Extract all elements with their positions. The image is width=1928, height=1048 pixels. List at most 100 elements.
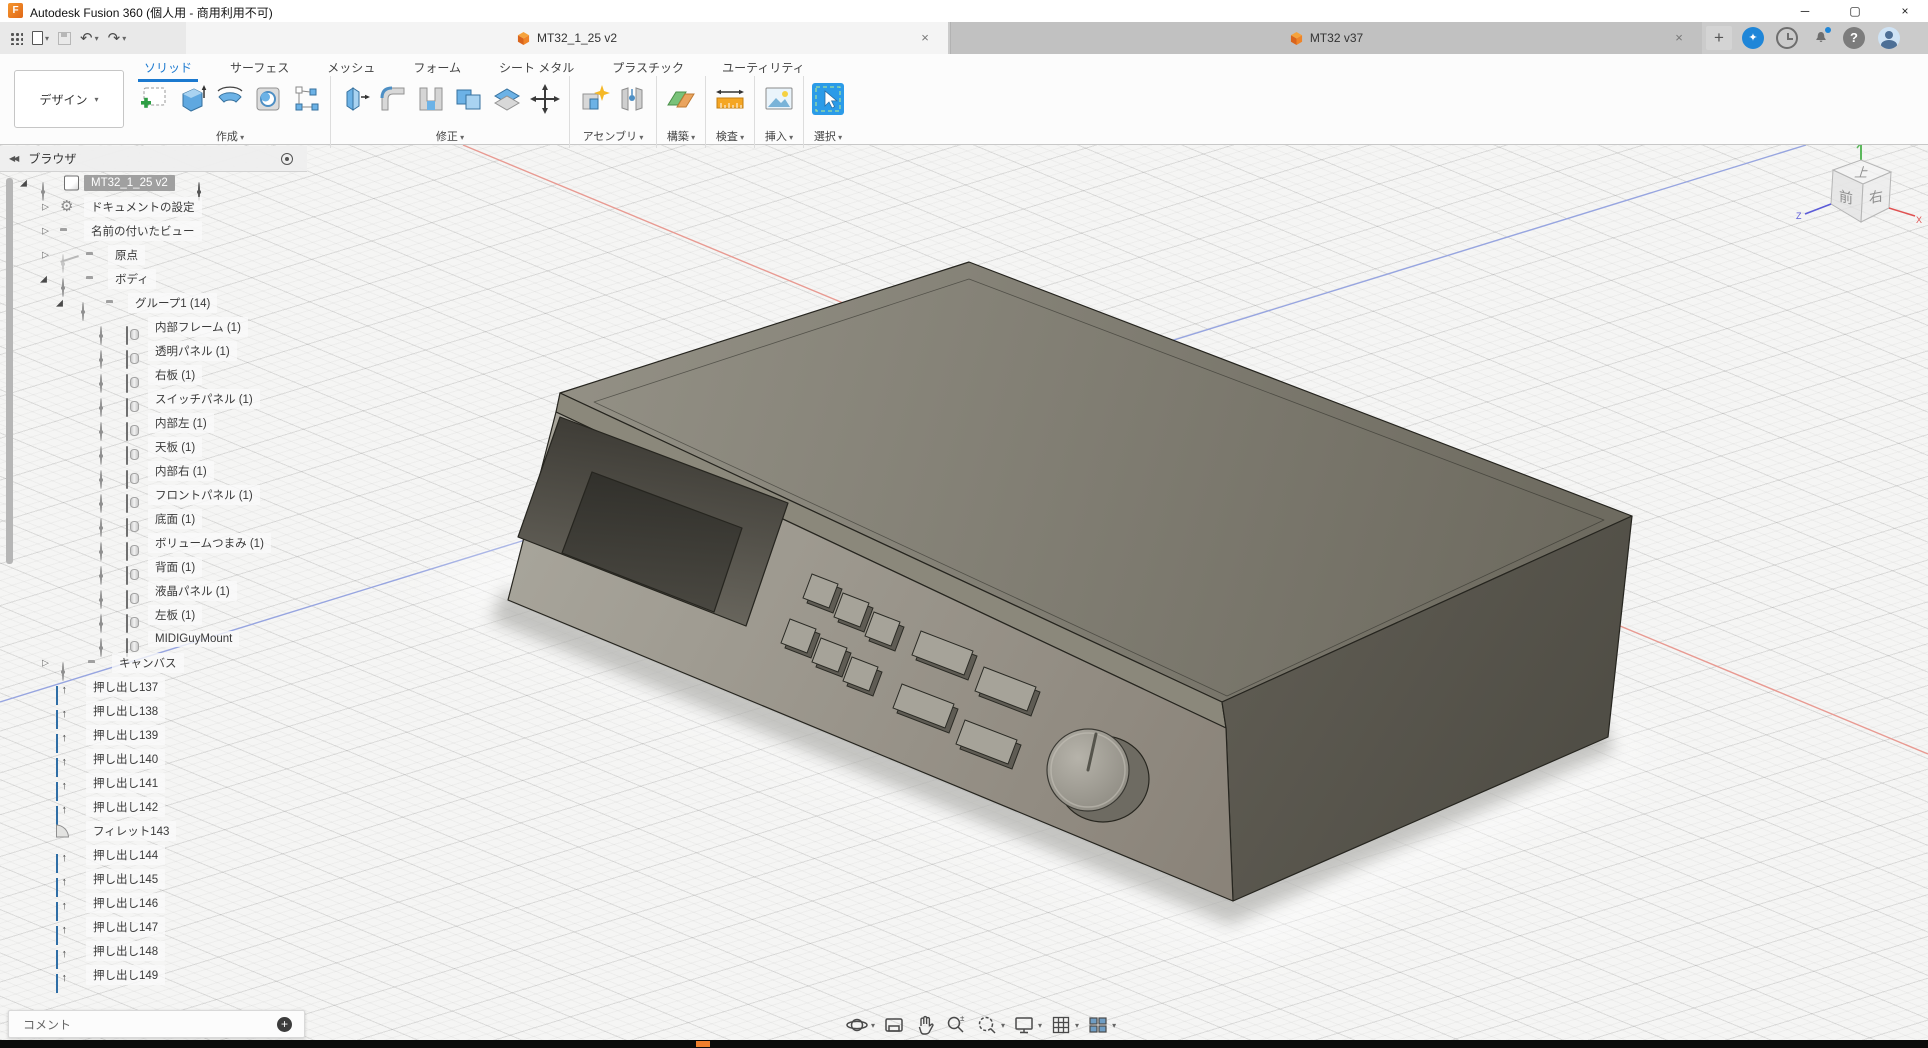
tree-row[interactable]: 名前の付いたビュー — [0, 219, 307, 243]
notifications-icon[interactable] — [1810, 27, 1832, 49]
sketch-dimension-icon[interactable] — [290, 83, 322, 115]
tree-row[interactable]: 天板 (1) — [0, 435, 307, 459]
tree-row[interactable]: 右板 (1) — [0, 363, 307, 387]
tree-row[interactable]: グループ1 (14) — [0, 291, 307, 315]
tree-item-label[interactable]: 右板 (1) — [148, 365, 202, 385]
tree-item-label[interactable]: 名前の付いたビュー — [84, 221, 202, 241]
group-select-label[interactable]: 選択 — [814, 128, 842, 144]
fillet-icon[interactable] — [56, 825, 69, 838]
collapse-panel-icon[interactable]: ◀◀ — [9, 154, 17, 163]
tree-row[interactable]: 左板 (1) — [0, 603, 307, 627]
extensions-icon[interactable]: ✦ — [1742, 27, 1764, 49]
tree-item-label[interactable]: 押し出し137 — [86, 677, 165, 697]
insert-image-icon[interactable] — [763, 83, 795, 115]
tree-item-label[interactable]: キャンバス — [112, 653, 184, 673]
tree-item-label[interactable]: 押し出し146 — [86, 893, 165, 913]
tree-item-label[interactable]: 底面 (1) — [148, 509, 202, 529]
move-icon[interactable] — [529, 83, 561, 115]
press-pull-icon[interactable] — [339, 83, 371, 115]
tree-row[interactable]: 透明パネル (1) — [0, 339, 307, 363]
help-icon[interactable]: ? — [1843, 27, 1865, 49]
tree-row[interactable]: 押し出し146 — [0, 891, 307, 915]
group-insert-label[interactable]: 挿入 — [765, 128, 793, 144]
maximize-button[interactable]: ▢ — [1832, 0, 1878, 22]
tree-row[interactable]: キャンバス — [0, 651, 307, 675]
cube-icon[interactable] — [64, 176, 79, 191]
taskbar-app-indicator[interactable] — [696, 1041, 710, 1047]
tree-row[interactable]: 液晶パネル (1) — [0, 579, 307, 603]
viewcube[interactable]: 上 前 右 X Z — [1795, 140, 1925, 265]
expand-closed-icon[interactable] — [42, 251, 49, 260]
job-status-icon[interactable] — [1776, 27, 1798, 49]
tree-row[interactable]: 押し出し142 — [0, 795, 307, 819]
tree-row[interactable]: 押し出し149 — [0, 963, 307, 987]
tree-item-label[interactable]: 押し出し138 — [86, 701, 165, 721]
tab-document-inactive[interactable]: MT32 v37 × — [950, 22, 1702, 54]
tree-item-label[interactable]: 押し出し140 — [86, 749, 165, 769]
expand-closed-icon[interactable] — [42, 227, 49, 236]
tree-item-label[interactable]: 内部右 (1) — [148, 461, 214, 481]
tree-row[interactable]: 押し出し144 — [0, 843, 307, 867]
tab-close-icon[interactable]: × — [1670, 29, 1688, 47]
tree-item-label[interactable]: 押し出し139 — [86, 725, 165, 745]
tree-row[interactable]: 押し出し137 — [0, 675, 307, 699]
group-inspect-label[interactable]: 検査 — [716, 128, 744, 144]
workspace-selector[interactable]: デザイン▾ — [14, 70, 124, 128]
grid-settings-button[interactable]: ▾ — [1049, 1013, 1079, 1037]
panel-close-icon[interactable] — [281, 153, 293, 165]
tree-item-label[interactable]: フィレット143 — [86, 821, 176, 841]
tree-row[interactable]: 原点 — [0, 243, 307, 267]
tree-row[interactable]: 押し出し138 — [0, 699, 307, 723]
tree-item-label[interactable]: 押し出し141 — [86, 773, 165, 793]
close-button[interactable]: × — [1882, 0, 1928, 22]
tree-item-label[interactable]: ドキュメントの設定 — [84, 197, 202, 217]
create-sketch-icon[interactable] — [138, 83, 170, 115]
tree-row[interactable]: MT32_1_25 v2 — [0, 171, 307, 195]
tree-item-label[interactable]: MT32_1_25 v2 — [84, 175, 175, 191]
construction-plane-icon[interactable] — [665, 83, 697, 115]
tree-item-label[interactable]: 押し出し145 — [86, 869, 165, 889]
viewports-button[interactable]: ▾ — [1086, 1013, 1116, 1037]
joint-icon[interactable] — [616, 83, 648, 115]
display-settings-button[interactable]: ▾ — [1012, 1013, 1042, 1037]
orbit-button[interactable]: ▾ — [845, 1013, 875, 1037]
tree-item-label[interactable]: ボディ — [108, 269, 156, 289]
pan-button[interactable] — [913, 1013, 937, 1037]
tree-row[interactable]: 内部左 (1) — [0, 411, 307, 435]
tree-row[interactable]: 底面 (1) — [0, 507, 307, 531]
redo-icon[interactable]: ↷▾ — [108, 29, 127, 47]
group-construct-label[interactable]: 構築 — [667, 128, 695, 144]
tree-row[interactable]: 押し出し140 — [0, 747, 307, 771]
tree-row[interactable]: 内部右 (1) — [0, 459, 307, 483]
tab-close-icon[interactable]: × — [916, 29, 934, 47]
group-assemble-label[interactable]: アセンブリ — [583, 128, 644, 144]
extrude-icon[interactable] — [56, 974, 58, 993]
tree-item-label[interactable]: 押し出し142 — [86, 797, 165, 817]
tree-item-label[interactable]: ボリュームつまみ (1) — [148, 533, 271, 553]
tree-row[interactable]: 内部フレーム (1) — [0, 315, 307, 339]
tree-row[interactable]: 押し出し145 — [0, 867, 307, 891]
save-icon[interactable] — [58, 32, 71, 45]
tree-item-label[interactable]: 押し出し144 — [86, 845, 165, 865]
expand-open-icon[interactable] — [40, 275, 47, 284]
tree-item-label[interactable]: スイッチパネル (1) — [148, 389, 260, 409]
app-grid-menu-icon[interactable] — [10, 32, 23, 45]
look-at-button[interactable] — [882, 1013, 906, 1037]
gear-icon[interactable] — [60, 198, 73, 216]
tree-row[interactable]: 押し出し139 — [0, 723, 307, 747]
file-menu-icon[interactable]: ▾ — [32, 31, 49, 45]
tree-item-label[interactable]: 背面 (1) — [148, 557, 202, 577]
tree-item-label[interactable]: 押し出し148 — [86, 941, 165, 961]
new-tab-button[interactable]: + — [1706, 26, 1732, 50]
add-comment-icon[interactable]: + — [277, 1017, 292, 1032]
tree-row[interactable]: 背面 (1) — [0, 555, 307, 579]
offset-face-icon[interactable] — [491, 83, 523, 115]
tree-item-label[interactable]: 透明パネル (1) — [148, 341, 237, 361]
minimize-button[interactable]: ─ — [1782, 0, 1828, 22]
tree-item-label[interactable]: 天板 (1) — [148, 437, 202, 457]
tree-item-label[interactable]: 内部フレーム (1) — [148, 317, 248, 337]
comment-bar[interactable]: コメント + — [8, 1010, 305, 1038]
expand-open-icon[interactable] — [56, 299, 63, 308]
tree-item-label[interactable]: グループ1 (14) — [128, 293, 217, 313]
fillet-icon[interactable] — [377, 83, 409, 115]
